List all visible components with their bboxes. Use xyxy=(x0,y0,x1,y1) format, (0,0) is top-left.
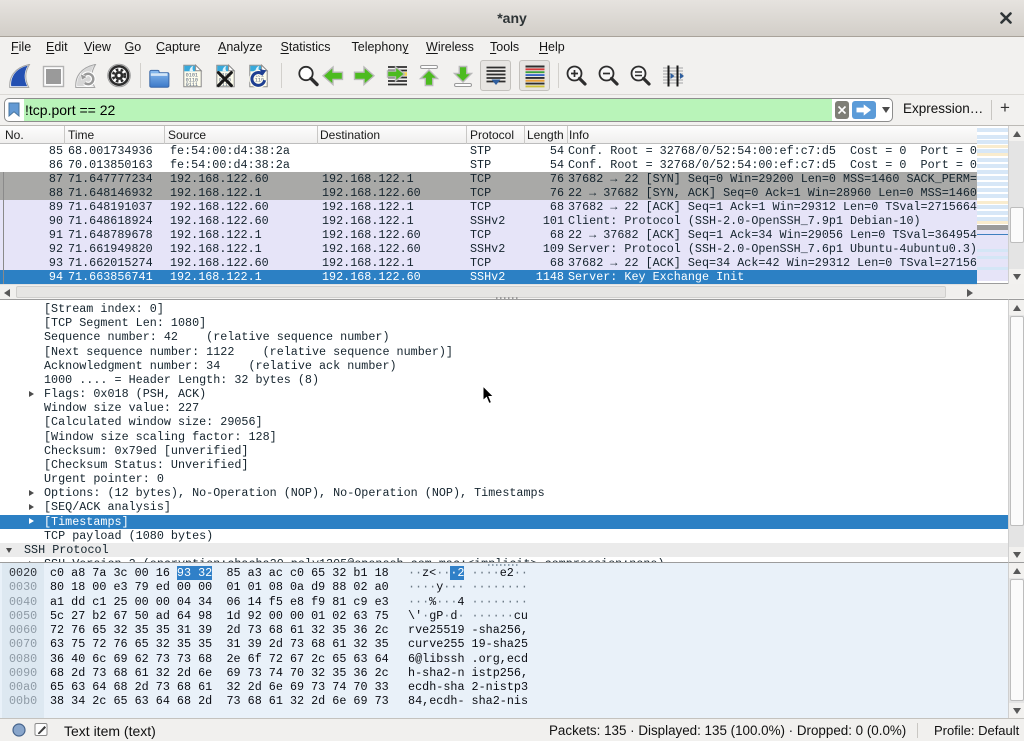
svg-text:0111: 0111 xyxy=(186,82,198,88)
